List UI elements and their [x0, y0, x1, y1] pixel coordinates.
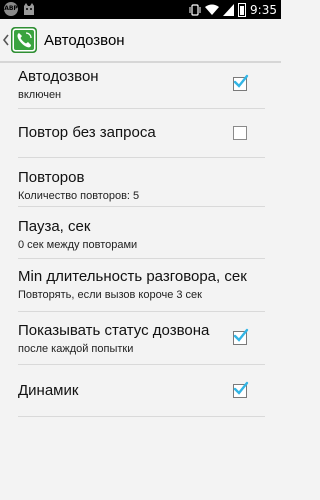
setting-title: Динамик [18, 382, 79, 399]
setting-min-call-duration[interactable]: Min длительность разговора, сек Повторят… [18, 259, 265, 312]
setting-pause[interactable]: Пауза, сек 0 сек между повторами [18, 207, 265, 259]
show-status-checkbox[interactable] [233, 328, 249, 345]
setting-repeat-without-prompt[interactable]: Повтор без запроса [18, 109, 265, 158]
setting-summary: включен [18, 89, 62, 101]
setting-speaker[interactable]: Динамик [18, 365, 265, 417]
action-bar: Автодозвон [0, 19, 281, 63]
up-navigation-icon[interactable] [2, 31, 9, 49]
setting-title: Показывать статус дозвона [18, 322, 210, 339]
setting-autodial[interactable]: Автодозвон включен [18, 61, 265, 109]
check-icon [233, 381, 249, 395]
setting-title: Пауза, сек [18, 218, 91, 235]
setting-title: Повторов [18, 169, 85, 186]
setting-title: Повтор без запроса [18, 124, 156, 141]
setting-show-status[interactable]: Показывать статус дозвона после каждой п… [18, 312, 265, 365]
repeat-without-prompt-checkbox[interactable] [233, 126, 247, 140]
setting-summary: 0 сек между повторами [18, 239, 138, 251]
page-title: Автодозвон [44, 31, 125, 49]
setting-title: Min длительность разговора, сек [18, 268, 247, 285]
vibrate-icon [189, 3, 201, 16]
check-icon [233, 328, 249, 342]
autodial-checkbox[interactable] [233, 74, 249, 91]
setting-summary: после каждой попытки [18, 343, 134, 355]
battery-icon [238, 2, 247, 17]
status-icons: 9:35 [189, 0, 277, 19]
signal-icon [223, 3, 235, 16]
speaker-checkbox[interactable] [233, 381, 249, 398]
status-bar: ABP 9:35 [0, 0, 281, 19]
settings-list: Автодозвон включен Повтор без запроса По… [0, 61, 281, 417]
setting-title: Автодозвон [18, 68, 99, 85]
setting-summary: Количество повторов: 5 [18, 190, 140, 202]
setting-summary: Повторять, если вызов короче 3 сек [18, 289, 202, 301]
cat-notification-icon [24, 3, 34, 15]
adblock-notification-icon: ABP [4, 2, 18, 16]
phone-app-icon[interactable] [10, 26, 38, 54]
clock: 9:35 [250, 2, 277, 17]
wifi-icon [205, 4, 220, 15]
check-icon [233, 74, 249, 88]
notification-icons: ABP [4, 2, 36, 16]
setting-repeats[interactable]: Повторов Количество повторов: 5 [18, 158, 265, 207]
